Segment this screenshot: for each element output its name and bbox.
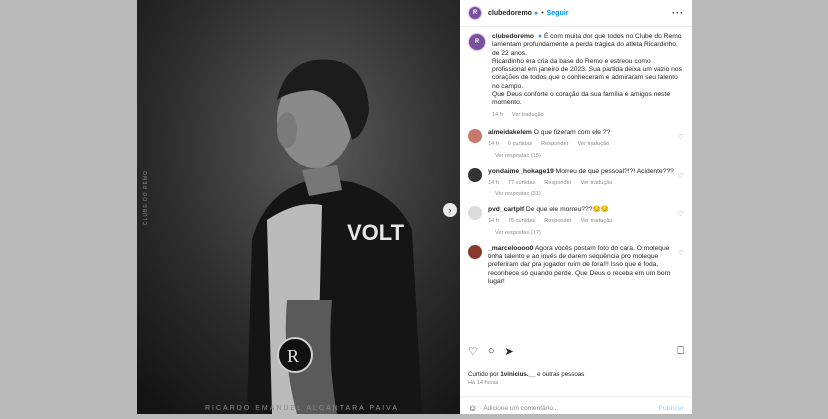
see-translation-link[interactable]: Ver tradução [581,179,613,187]
verified-icon: ● [533,9,539,17]
comment-icon[interactable]: ○ [488,345,495,358]
photo-player-name: RICARDO EMANUEL ALCANTARA PAIVA [205,405,399,412]
add-comment-bar: ☺ Adicione um comentário... Publicar [460,396,692,419]
caption-time: 14 h [492,111,503,118]
caption-line-2: Ricardinho era cria da base do Remo e es… [492,57,682,90]
comment-user[interactable]: yondaime_hokage19 [488,168,554,175]
emoji-icon[interactable]: ☺ [468,403,477,413]
photo-side-text: CLUBE DO REMO [143,170,149,225]
comment-item: yondaime_hokage19 Morreu de que pessoal?… [460,159,692,188]
svg-text:VOLT: VOLT [347,220,405,245]
liked-by-prefix: Curtido por [468,371,499,378]
comment-user[interactable]: _marceloooo0 [488,245,533,252]
see-translation-link[interactable]: Ver tradução [512,111,544,119]
post-header: R clubedoremo ● • Seguir ··· [460,0,692,27]
view-replies-button[interactable]: Ver respostas (17) [460,226,692,236]
player-photo: VOLT R [137,0,460,414]
publish-button[interactable]: Publicar [658,405,684,412]
post-modal: VOLT R CLUBE DO REMO RICARDO EMANUEL ALC… [137,0,692,414]
like-heart-icon[interactable]: ♡ [678,168,684,188]
comment-text: O que fizeram com ele ?? [533,128,611,136]
avatar[interactable] [468,167,482,182]
comment-likes[interactable]: 77 curtidas [508,179,535,187]
see-translation-link[interactable]: Ver tradução [581,217,613,225]
view-replies-button[interactable]: Ver respostas (31) [460,187,692,197]
comment-time: 14 h [488,179,499,186]
save-icon[interactable]: ⎕ [677,345,684,358]
post-actions: ♡ ○ ➤ ⎕ [468,345,684,358]
liked-by: Curtido por 1vinicius.__ e outras pessoa… [468,371,584,378]
separator-dot: • [541,9,544,17]
add-comment-input[interactable]: Adicione um comentário... [483,405,558,412]
follow-button[interactable]: Seguir [547,10,569,17]
verified-icon: ● [537,33,543,40]
caption: R clubedoremo ● É com muita dor que todo… [460,27,692,119]
next-arrow-icon[interactable]: › [443,203,457,217]
more-options-icon[interactable]: ··· [672,8,684,18]
avatar[interactable] [468,206,482,221]
comment-item: pvd_cartplf De que ele morreu???😔😔 14 h … [460,197,692,226]
avatar[interactable]: R [468,33,486,51]
post-panel: R clubedoremo ● • Seguir ··· R clubedore… [460,0,692,414]
comment-time: 14 h [488,141,499,148]
comment-item: almeidakelem O que fizeram com ele ?? 14… [460,119,692,149]
avatar[interactable]: R [468,6,482,20]
like-heart-icon[interactable]: ♡ [678,245,684,286]
liked-by-user[interactable]: 1vinicius.__ [500,371,535,378]
comments-scroll[interactable]: R clubedoremo ● É com muita dor que todo… [460,27,692,343]
comment-likes[interactable]: 6 curtidas [508,140,532,148]
post-photo: VOLT R CLUBE DO REMO RICARDO EMANUEL ALC… [137,0,460,414]
liked-by-suffix[interactable]: e outras pessoas [537,371,584,378]
like-icon[interactable]: ♡ [468,345,478,358]
see-translation-link[interactable]: Ver tradução [578,140,610,148]
like-heart-icon[interactable]: ♡ [678,129,684,149]
comment-time: 14 h [488,218,499,225]
comment-user[interactable]: almeidakelem [488,129,532,136]
reply-button[interactable]: Responder [544,179,571,187]
caption-line-3: Que Deus conforte o coração da sua famíl… [492,91,671,107]
reply-button[interactable]: Responder [544,217,571,225]
caption-user[interactable]: clubedoremo [492,33,534,40]
comment-user[interactable]: pvd_cartplf [488,206,524,213]
reply-button[interactable]: Responder [541,140,568,148]
comment-text: De que ele morreu???😔😔 [525,206,610,214]
avatar[interactable] [468,244,482,259]
comment-likes[interactable]: 75 curtidas [508,217,535,225]
account-name[interactable]: clubedoremo [488,10,532,17]
svg-text:R: R [287,346,299,366]
comment-text: Morreu de que pessoal?!?! Acidente??? [555,167,674,175]
like-heart-icon[interactable]: ♡ [678,206,684,226]
share-icon[interactable]: ➤ [505,345,514,358]
comment-item: _marceloooo0 Agora vocês postam foto do … [460,236,692,286]
avatar[interactable] [468,128,482,143]
view-replies-button[interactable]: Ver respostas (15) [460,149,692,159]
post-age: Há 14 horas [468,380,499,386]
